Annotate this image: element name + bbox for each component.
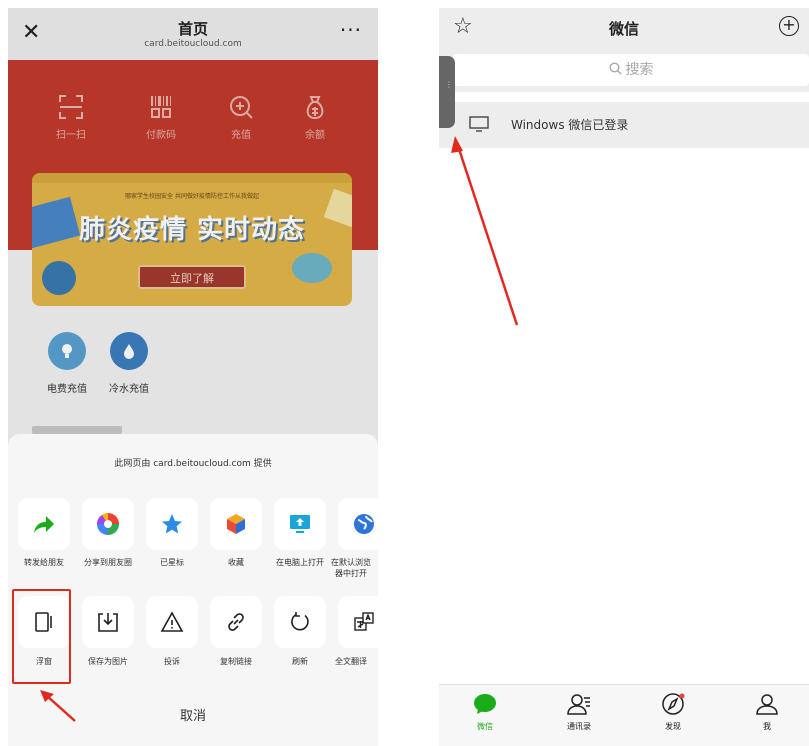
copy-link-button[interactable] [210,596,262,648]
compass-icon [662,693,685,715]
tab-discover[interactable]: 发现 [643,693,703,732]
starred-button[interactable] [146,498,198,550]
tile-label: 在默认浏览器中打开 [331,558,371,578]
float-window-drag-handle[interactable]: ⋮ [439,56,455,128]
search-bar-area: 搜索 [439,50,809,92]
search-input[interactable]: 搜索 [453,54,809,86]
float-window-highlight-box [12,589,71,684]
open-on-pc-icon [290,515,310,533]
report-button[interactable] [146,596,198,648]
pc-login-status-text: Windows 微信已登录 [511,118,629,132]
save-image-icon [98,613,118,632]
open-on-pc-button[interactable] [274,498,326,550]
tile-label: 投诉 [164,657,180,666]
refresh-icon [291,612,309,631]
refresh-button[interactable] [274,596,326,648]
handle-dots-icon: ⋮ [445,80,453,89]
tab-label: 发现 [665,722,681,731]
tab-contacts[interactable]: 通讯录 [549,693,609,732]
sheet-provider-text: 此网页由 card.beitoucloud.com 提供 [114,459,272,469]
bottom-tab-bar: 微信 通讯录 发现 我 [439,684,809,746]
tile-label: 收藏 [228,558,244,567]
search-icon [608,62,622,75]
monitor-icon [469,116,489,132]
tile-label: 在电脑上打开 [276,558,324,567]
browser-icon [354,514,374,534]
tile-label: 分享到朋友圈 [84,558,132,567]
tab-chats[interactable]: 微信 [455,693,515,732]
forward-to-friend-button[interactable] [18,498,70,550]
translate-button[interactable] [338,596,378,648]
contacts-icon [567,694,590,715]
tile-label: 转发给朋友 [24,558,64,567]
tile-label: 全文翻译 [335,657,367,666]
forward-icon [34,516,54,533]
open-in-browser-button[interactable] [338,498,378,550]
tile-label: 保存为图片 [88,657,128,666]
tab-label: 我 [763,722,771,731]
add-icon[interactable]: + [779,16,799,36]
favorite-cube-icon [227,514,245,534]
moments-icon [97,513,119,535]
pc-login-status-row[interactable]: Windows 微信已登录 [439,102,809,148]
page-title: 微信 [608,20,639,38]
translate-icon [354,612,374,631]
left-phone-screen: ✕ 首页 card.beitoucloud.com ··· 扫一扫 付款码 充值… [8,8,378,746]
tile-label: 已星标 [160,558,184,567]
chat-icon [474,694,496,714]
wechat-nav-bar: ☆ 微信 + [439,8,809,50]
tile-label: 刷新 [292,657,308,666]
share-to-moments-button[interactable] [82,498,134,550]
tab-me[interactable]: 我 [737,693,797,732]
cancel-button[interactable]: 取消 [8,705,378,724]
search-placeholder: 搜索 [625,62,654,78]
save-as-image-button[interactable] [82,596,134,648]
right-phone-screen: ☆ 微信 + 搜索 Windows 微信已登录 ⋮ 微信 通讯录 发现 我 [439,8,809,746]
tile-label: 复制链接 [220,657,252,666]
tab-label: 微信 [477,722,493,731]
screenshot-stage: ✕ 首页 card.beitoucloud.com ··· 扫一扫 付款码 充值… [0,0,809,746]
tab-label: 通讯录 [567,722,591,731]
star-icon [162,514,182,534]
warning-icon [160,611,184,632]
favorite-button[interactable] [210,498,262,550]
link-icon [228,613,244,631]
person-icon [756,694,778,715]
